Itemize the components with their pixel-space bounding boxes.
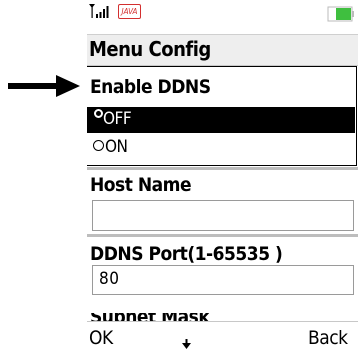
section-divider: [87, 234, 358, 237]
page-title: Menu Config: [89, 37, 211, 61]
signal-strength-icon: [89, 4, 109, 18]
radio-option-label: ON: [105, 137, 128, 157]
radio-button-icon: [93, 140, 104, 151]
java-icon: JAVA: [118, 4, 141, 19]
next-field-label: Subnet Mask: [90, 313, 210, 321]
ddns-port-input[interactable]: 80: [92, 265, 354, 295]
phone-screen: JAVA Menu Config Enable DDNS OFF ON Host…: [87, 0, 358, 352]
ddns-port-label: DDNS Port(1-65535 ): [90, 243, 283, 265]
config-form: Enable DDNS OFF ON Host Name DDNS Port(1…: [87, 66, 358, 321]
down-arrow-icon: [182, 339, 191, 349]
enable-ddns-group: Enable DDNS OFF ON: [87, 66, 357, 166]
radio-option-label: OFF: [103, 109, 132, 129]
status-bar: JAVA: [87, 0, 358, 35]
title-bar: Menu Config: [87, 35, 358, 66]
back-softkey[interactable]: Back: [308, 327, 348, 349]
radio-option-on[interactable]: ON: [87, 135, 355, 161]
enable-ddns-label: Enable DDNS: [90, 76, 211, 98]
host-name-label: Host Name: [90, 174, 192, 196]
host-name-input[interactable]: [92, 200, 354, 231]
section-divider: [87, 167, 358, 170]
radio-option-off[interactable]: OFF: [87, 107, 355, 133]
battery-icon: [327, 6, 354, 22]
next-field-label-clip: Subnet Mask: [90, 313, 290, 321]
ok-softkey[interactable]: OK: [89, 327, 113, 349]
pointer-arrow-icon: [8, 75, 80, 97]
radio-selected-dot: [96, 111, 101, 116]
softkey-bar: OK Back: [87, 321, 358, 352]
